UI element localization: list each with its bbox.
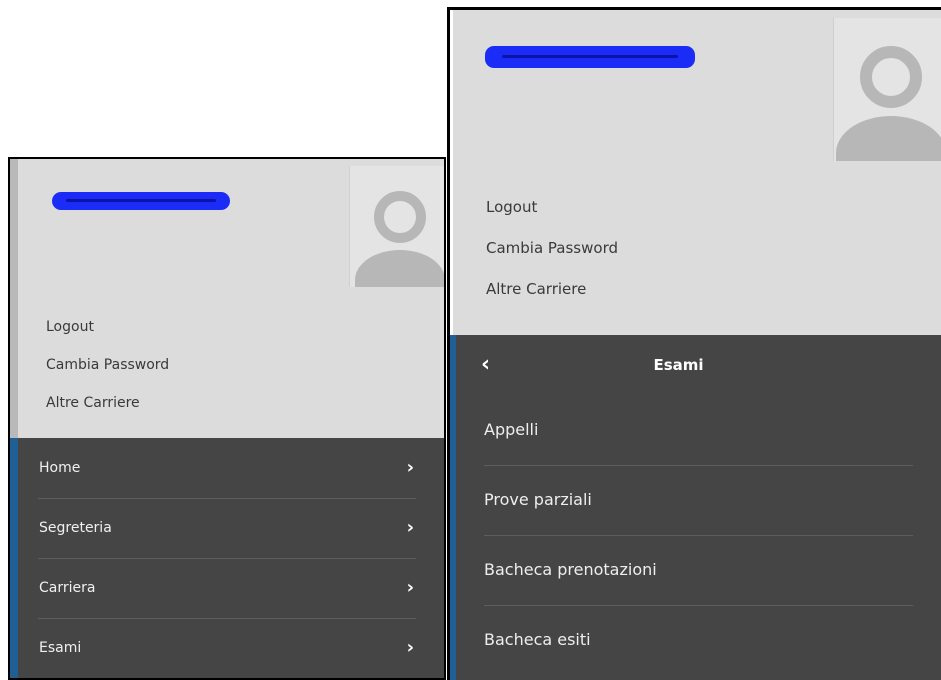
submenu-title: Esami [653,356,704,374]
chevron-right-icon: › [406,517,414,538]
menu-item-appelli[interactable]: Appelli [456,395,941,465]
menu-item-label: Segreteria [39,520,112,536]
logout-link[interactable]: Logout [486,198,618,216]
user-header: Logout Cambia Password Altre Carriere [450,10,941,335]
user-links: Logout Cambia Password Altre Carriere [486,198,618,298]
user-header: Logout Cambia Password Altre Carriere [10,159,444,438]
menu-item-esami[interactable]: Esami › [18,618,444,678]
redacted-user-name [485,46,695,68]
change-password-link[interactable]: Cambia Password [46,356,169,374]
avatar [833,18,941,161]
avatar-head-shape [860,46,922,108]
esami-submenu-panel: Logout Cambia Password Altre Carriere ‹ … [447,7,941,680]
menu-item-label: Esami [39,640,82,656]
other-careers-link[interactable]: Altre Carriere [46,394,169,412]
other-careers-link[interactable]: Altre Carriere [486,280,618,298]
menu-item-carriera[interactable]: Carriera › [18,558,444,618]
avatar-body-shape [355,250,444,287]
chevron-right-icon: › [406,577,414,598]
logout-link[interactable]: Logout [46,318,169,336]
chevron-right-icon: › [406,637,414,658]
submenu-header: ‹ Esami [456,335,941,395]
chevron-right-icon: › [406,457,414,478]
menu-item-bacheca-prenotazioni[interactable]: Bacheca prenotazioni [456,535,941,605]
user-links: Logout Cambia Password Altre Carriere [46,318,169,412]
avatar-head-shape [374,191,426,243]
menu-item-prove-parziali[interactable]: Prove parziali [456,465,941,535]
esami-submenu: ‹ Esami Appelli Prove parziali Bacheca p… [450,335,941,680]
avatar [349,166,444,287]
menu-item-home[interactable]: Home › [18,438,444,498]
main-menu-panel: Logout Cambia Password Altre Carriere Ho… [8,157,446,680]
menu-item-label: Home [39,460,81,476]
menu-item-segreteria[interactable]: Segreteria › [18,498,444,558]
menu-item-bacheca-esiti[interactable]: Bacheca esiti [456,605,941,675]
menu-item-label: Carriera [39,580,96,596]
main-menu: Home › Segreteria › Carriera › Esami › [10,438,444,678]
change-password-link[interactable]: Cambia Password [486,239,618,257]
redacted-user-name [52,192,230,210]
avatar-body-shape [836,116,941,161]
